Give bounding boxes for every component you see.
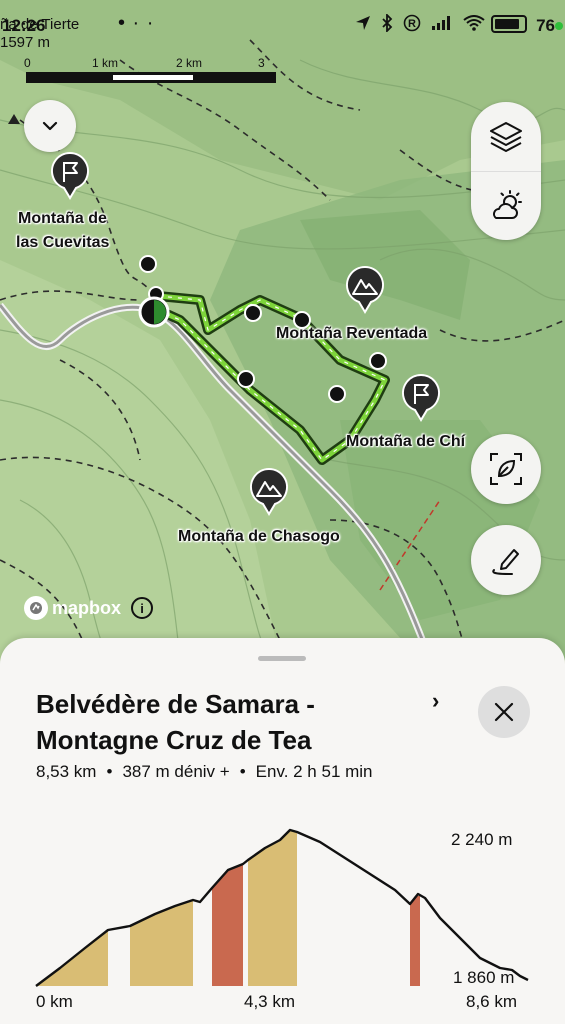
close-button[interactable]: [478, 686, 530, 738]
route-distance: 8,53 km: [36, 762, 97, 781]
draw-route-button[interactable]: [471, 525, 541, 595]
svg-text:R: R: [408, 18, 416, 30]
mapbox-wordmark: mapbox: [52, 597, 122, 618]
route-title-line2: Montagne Cruz de Tea: [36, 725, 312, 755]
elevation-profile[interactable]: 2 240 m 1 860 m 0 km 4,3 km 8,6 km: [0, 818, 565, 1024]
map-label-chio: Montaña de Chí: [346, 433, 466, 450]
route-duration: Env. 2 h 51 min: [255, 762, 373, 781]
battery-percent: 76: [536, 16, 555, 35]
weather-button[interactable]: [488, 188, 524, 224]
status-icons: R: [355, 14, 485, 32]
scale-label-1: 1 km: [92, 56, 119, 70]
close-icon: [494, 702, 514, 722]
mountain-pin-icon: [346, 266, 384, 314]
registered-icon: R: [403, 14, 421, 32]
profile-seg-steep-2: [410, 896, 420, 986]
scale-label-0: 0: [24, 56, 31, 70]
location-arrow-icon: [356, 16, 370, 30]
layers-icon: [490, 122, 522, 152]
layers-button[interactable]: [488, 118, 524, 154]
map-label-reventada: Montaña Reventada: [276, 325, 428, 342]
profile-x-mid-label: 4,3 km: [244, 992, 296, 1011]
weather-cloud-sun-icon: [493, 190, 522, 219]
mountain-pin-icon: [250, 468, 288, 516]
status-bar: 12:26 • · · R 76: [0, 8, 565, 40]
chevron-right-icon[interactable]: ›: [432, 688, 439, 714]
draw-route-icon: [492, 549, 519, 575]
bluetooth-icon: [382, 14, 393, 32]
profile-ymin-label: 1 860 m: [453, 968, 515, 987]
route-elevation-gain: 387 m déniv +: [122, 762, 230, 781]
privacy-indicator-dot: [555, 22, 563, 30]
route-bottom-sheet: Belvédère de Samara - Montagne Cruz de T…: [0, 638, 565, 1024]
collapse-button[interactable]: [24, 100, 76, 152]
route-title[interactable]: Belvédère de Samara - Montagne Cruz de T…: [36, 686, 396, 758]
summit-altitude: 1597 m: [0, 34, 51, 51]
sheet-drag-handle[interactable]: [258, 656, 306, 661]
scale-bar-track: [26, 72, 276, 83]
info-icon[interactable]: i: [131, 597, 154, 619]
scale-bar: 0 1 km 2 km 3 km: [24, 56, 278, 88]
mapbox-attribution: mapbox i: [24, 596, 154, 620]
map-view[interactable]: 12:26 • · · R 76 ña de Tierte 1597 m 0 1…: [0, 0, 565, 660]
route-stats: 8,53 km • 387 m déniv + • Env. 2 h 51 min: [36, 762, 373, 781]
scan-plant-button[interactable]: [471, 434, 541, 504]
mapbox-logo-icon: [24, 596, 48, 620]
flag-pin-icon: [51, 152, 89, 200]
wifi-icon: [463, 15, 485, 31]
route-title-line1: Belvédère de Samara -: [36, 689, 315, 719]
profile-seg-moderate-2: [130, 900, 193, 986]
status-more-dots: • · ·: [118, 12, 155, 34]
poi-flag-marker[interactable]: [50, 152, 90, 200]
chevron-down-icon: [42, 121, 58, 131]
profile-x-start-label: 0 km: [36, 992, 73, 1011]
battery-icon: [491, 15, 527, 33]
flag-pin-icon: [402, 374, 440, 422]
map-summit-label: ña de Tierte 1597 m: [0, 16, 80, 52]
poi-summit-reventada[interactable]: [345, 266, 385, 314]
scale-label-2: 2 km: [176, 56, 203, 70]
signal-icon: [432, 16, 450, 30]
profile-ymax-label: 2 240 m: [451, 830, 513, 849]
scan-leaf-icon: [490, 453, 522, 485]
profile-x-end-label: 8,6 km: [466, 992, 518, 1011]
summit-name: ña de Tierte: [0, 16, 80, 33]
map-options-pill: [471, 102, 541, 240]
poi-summit-chasogo[interactable]: [249, 468, 289, 516]
poi-flag-chio[interactable]: [401, 374, 441, 422]
map-label-chasogo: Montaña de Chasogo: [178, 528, 340, 545]
map-label-cuevitas-2: las Cuevitas: [16, 234, 110, 251]
map-label-cuevitas-1: Montaña de: [18, 210, 107, 227]
